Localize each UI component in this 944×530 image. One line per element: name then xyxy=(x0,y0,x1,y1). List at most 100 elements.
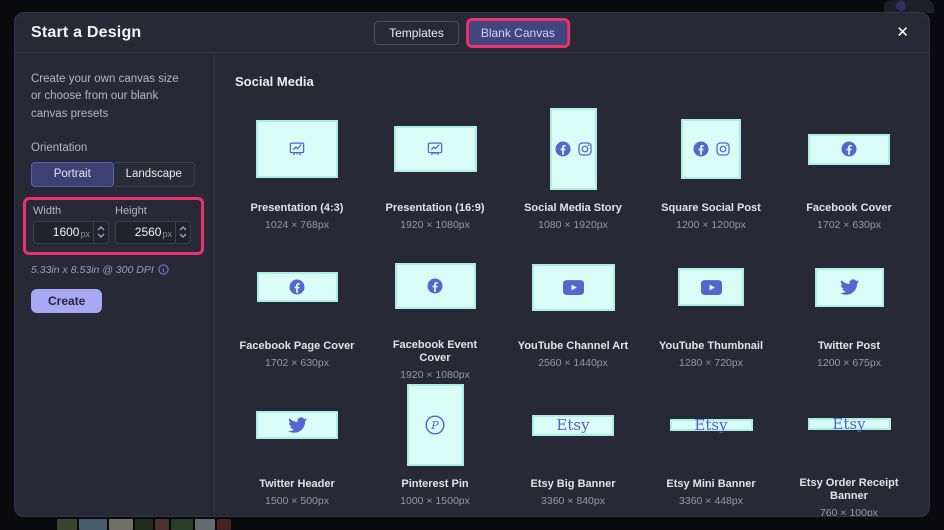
width-value[interactable]: 1600 xyxy=(34,225,79,239)
screen: Start a Design Templates Blank Canvas ✕ … xyxy=(0,0,944,530)
close-icon[interactable]: ✕ xyxy=(892,23,913,42)
stepper-down-icon[interactable] xyxy=(97,233,105,238)
preset-title: YouTube Thumbnail xyxy=(659,340,763,354)
preset-title: Presentation (4:3) xyxy=(251,202,344,216)
preset-title: Presentation (16:9) xyxy=(385,202,484,216)
height-input[interactable]: 2560 px xyxy=(115,221,191,244)
preset-dimensions: 1000 × 1500px xyxy=(400,495,470,507)
facebook-icon xyxy=(426,277,444,295)
height-stepper[interactable] xyxy=(175,222,190,243)
twitter-icon xyxy=(840,279,859,295)
dpi-note-text: 5.33in x 8.53in @ 300 DPI xyxy=(31,264,154,276)
create-button[interactable]: Create xyxy=(31,289,102,313)
canvas-shape xyxy=(256,120,338,178)
preset-presentation-4-3[interactable]: Presentation (4:3) 1024 × 768px xyxy=(228,105,366,243)
canvas-shape xyxy=(815,268,884,307)
stepper-up-icon[interactable] xyxy=(97,226,105,231)
presets-panel: Social Media Presentation (4:3)1024 × 76… xyxy=(216,54,929,516)
preset-thumbnail xyxy=(394,105,477,193)
preset-dimensions: 1024 × 768px xyxy=(265,219,329,231)
facebook-icon xyxy=(288,278,306,296)
preset-thumbnail xyxy=(256,105,338,193)
preset-twitter-header[interactable]: Twitter Header1500 × 500px xyxy=(228,381,366,516)
modal-tabs: Templates Blank Canvas xyxy=(374,18,570,48)
svg-text:P: P xyxy=(430,419,439,432)
orientation-landscape-button[interactable]: Landscape xyxy=(114,162,196,187)
preset-thumbnail xyxy=(808,105,890,193)
instagram-icon xyxy=(715,141,731,157)
stepper-down-icon[interactable] xyxy=(179,233,187,238)
youtube-icon xyxy=(563,280,584,295)
canvas-shape: Etsy xyxy=(808,418,891,430)
background-thumb xyxy=(135,519,153,530)
preset-title: YouTube Channel Art xyxy=(518,340,628,354)
preset-thumbnail xyxy=(395,243,476,330)
preset-etsy-mini-banner[interactable]: Etsy Etsy Mini Banner 3360 × 448px xyxy=(642,381,780,516)
tab-blank-canvas[interactable]: Blank Canvas xyxy=(469,21,567,45)
canvas-shape xyxy=(394,126,477,172)
preset-title: Facebook Cover xyxy=(806,202,892,216)
preset-facebook-event-cover[interactable]: Facebook Event Cover 1920 × 1080px xyxy=(366,243,504,381)
start-design-modal: Start a Design Templates Blank Canvas ✕ … xyxy=(14,12,930,517)
width-stepper[interactable] xyxy=(93,222,108,243)
preset-etsy-order-receipt-banner[interactable]: EtsyEtsy Order Receipt Banner760 × 100px xyxy=(780,381,918,516)
sidebar-description: Create your own canvas size or choose fr… xyxy=(31,71,183,123)
background-thumb xyxy=(171,519,193,530)
preset-square-social-post[interactable]: Square Social Post1200 × 1200px xyxy=(642,105,780,243)
canvas-shape xyxy=(532,264,615,311)
preset-youtube-channel-art[interactable]: YouTube Channel Art 2560 × 1440px xyxy=(504,243,642,381)
preset-dimensions: 2560 × 1440px xyxy=(538,357,608,369)
facebook-icon xyxy=(554,140,572,158)
modal-title: Start a Design xyxy=(31,24,141,42)
preset-dimensions: 1920 × 1080px xyxy=(400,369,470,381)
preset-dimensions: 1920 × 1080px xyxy=(400,219,470,231)
preset-thumbnail xyxy=(532,243,615,331)
preset-grid: Presentation (4:3)1024 × 768pxPresentati… xyxy=(228,105,929,516)
instagram-icon xyxy=(577,141,593,157)
preset-facebook-page-cover[interactable]: Facebook Page Cover1702 × 630px xyxy=(228,243,366,381)
preset-thumbnail xyxy=(678,243,744,331)
preset-etsy-big-banner[interactable]: EtsyEtsy Big Banner3360 × 840px xyxy=(504,381,642,516)
preset-presentation-16-9[interactable]: Presentation (16:9) 1920 × 1080px xyxy=(366,105,504,243)
canvas-shape xyxy=(678,268,744,306)
size-annotation-box: Width 1600 px Height xyxy=(23,197,204,255)
width-field: Width 1600 px xyxy=(33,205,109,244)
background-thumb xyxy=(79,519,107,530)
preset-social-media-story[interactable]: Social Media Story1080 × 1920px xyxy=(504,105,642,243)
background-thumb xyxy=(155,519,169,530)
canvas-shape xyxy=(808,134,890,165)
width-input[interactable]: 1600 px xyxy=(33,221,109,244)
canvas-shape: P xyxy=(407,384,464,466)
width-label: Width xyxy=(33,205,109,217)
preset-title: Facebook Page Cover xyxy=(240,340,355,354)
sidebar: Create your own canvas size or choose fr… xyxy=(15,54,215,516)
preset-dimensions: 3360 × 448px xyxy=(679,495,743,507)
canvas-shape: Etsy xyxy=(532,415,614,436)
preset-title: Etsy Mini Banner xyxy=(666,478,755,492)
tab-templates[interactable]: Templates xyxy=(374,21,459,45)
preset-thumbnail xyxy=(550,105,597,193)
preset-facebook-cover[interactable]: Facebook Cover1702 × 630px xyxy=(780,105,918,243)
modal-header: Start a Design Templates Blank Canvas ✕ xyxy=(15,13,929,53)
height-field: Height 2560 px xyxy=(115,205,191,244)
preset-dimensions: 1080 × 1920px xyxy=(538,219,608,231)
preset-pinterest-pin[interactable]: PPinterest Pin1000 × 1500px xyxy=(366,381,504,516)
blank-canvas-annotation-box: Blank Canvas xyxy=(466,18,570,48)
height-value[interactable]: 2560 xyxy=(116,225,161,239)
height-label: Height xyxy=(115,205,191,217)
info-icon[interactable] xyxy=(158,264,169,275)
preset-thumbnail xyxy=(815,243,884,331)
stepper-up-icon[interactable] xyxy=(179,226,187,231)
canvas-shape: Etsy xyxy=(670,419,753,431)
preset-title: Square Social Post xyxy=(661,202,761,216)
background-thumb xyxy=(57,519,77,530)
background-thumb xyxy=(109,519,133,530)
background-thumbnails xyxy=(57,519,231,530)
preset-thumbnail xyxy=(257,243,338,331)
orientation-portrait-button[interactable]: Portrait xyxy=(31,162,114,187)
preset-title: Facebook Event Cover xyxy=(376,339,494,367)
preset-twitter-post[interactable]: Twitter Post1200 × 675px xyxy=(780,243,918,381)
preset-title: Twitter Header xyxy=(259,478,335,492)
preset-youtube-thumbnail[interactable]: YouTube Thumbnail1280 × 720px xyxy=(642,243,780,381)
preset-thumbnail: Etsy xyxy=(670,381,753,469)
